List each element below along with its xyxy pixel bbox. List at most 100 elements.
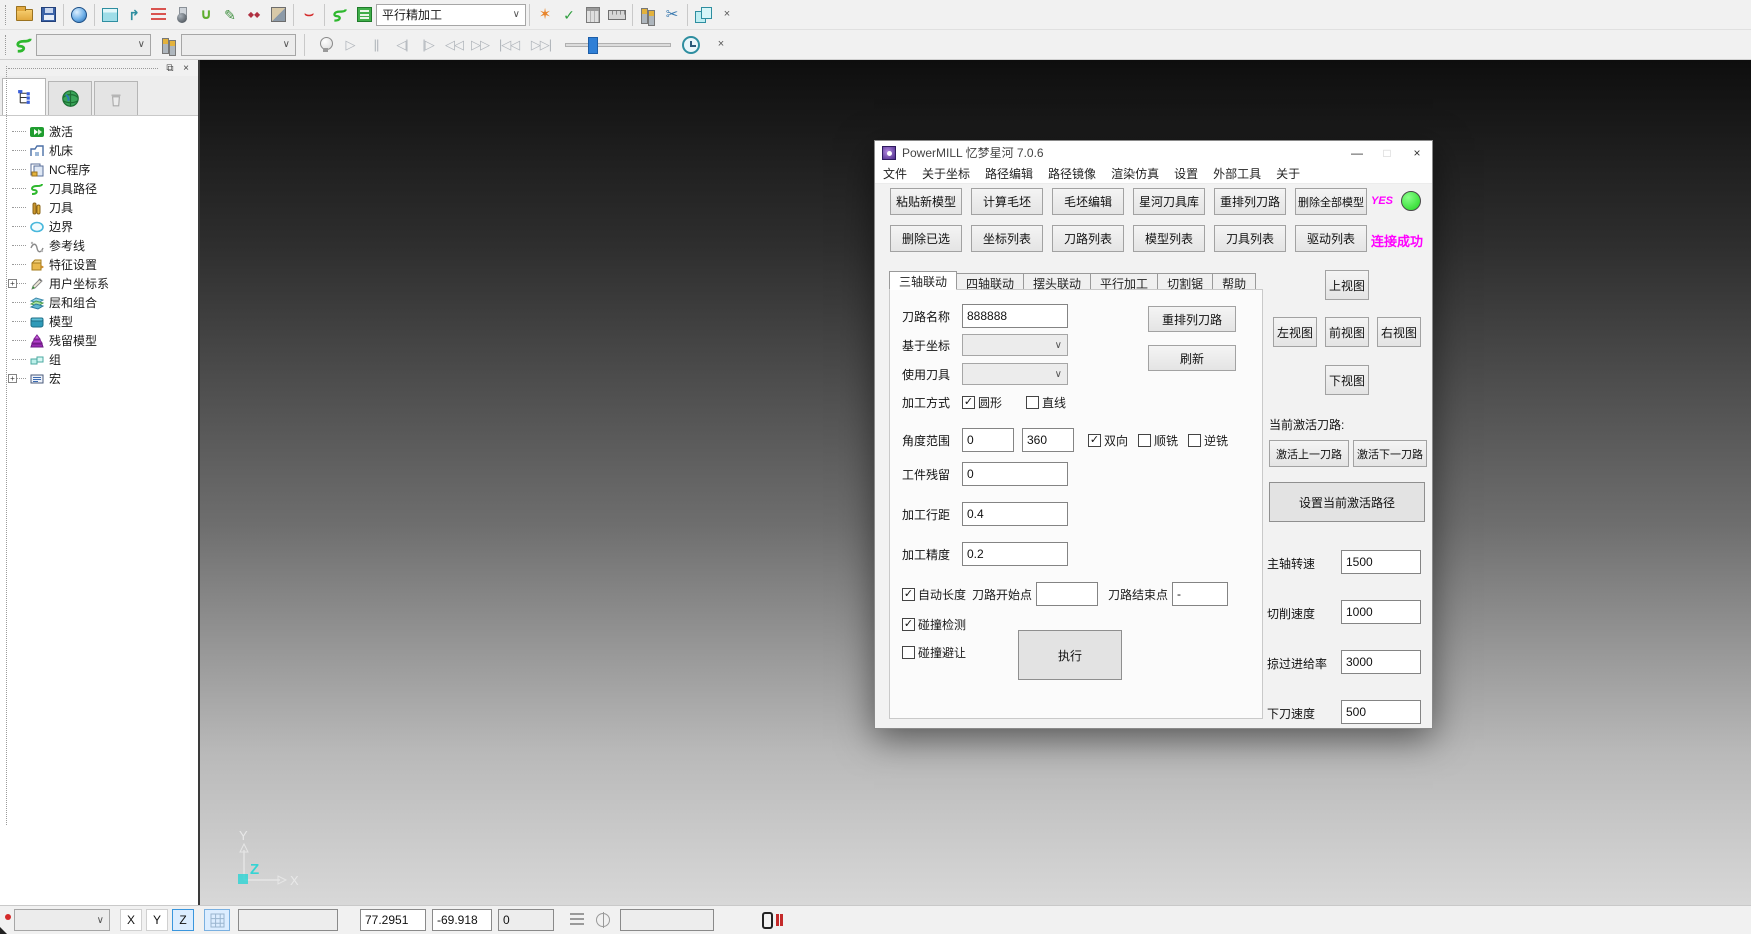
- coord-dropdown[interactable]: ∨: [962, 334, 1068, 356]
- tree-item-patterns[interactable]: 参考线: [6, 236, 198, 255]
- tree-item-toolpaths[interactable]: 刀具路径: [6, 179, 198, 198]
- auto-length-checkbox[interactable]: ✓: [902, 588, 915, 601]
- close-button[interactable]: ×: [1402, 141, 1432, 164]
- calc-stock-button[interactable]: 计算毛坯: [971, 188, 1043, 215]
- cursor-z-field[interactable]: [498, 909, 554, 931]
- sidebar-restore-button[interactable]: ⧉: [162, 61, 178, 75]
- open-project-icon[interactable]: [12, 3, 36, 27]
- tolerance-input[interactable]: [962, 542, 1068, 566]
- pause-button[interactable]: ||: [363, 33, 389, 57]
- workplane-compass-icon[interactable]: [596, 913, 610, 927]
- stock-input[interactable]: [962, 462, 1068, 486]
- expand-icon[interactable]: +: [8, 374, 17, 383]
- ball-tool-icon[interactable]: [170, 3, 194, 27]
- globe-tab[interactable]: [48, 81, 92, 115]
- explorer-tree-tab[interactable]: [2, 78, 46, 115]
- axis-z-toggle[interactable]: Z: [172, 909, 194, 931]
- slider-handle[interactable]: [588, 37, 598, 54]
- toolbar-grip[interactable]: [5, 5, 9, 25]
- toolpath-name-input[interactable]: [962, 304, 1068, 328]
- angle-from-input[interactable]: [962, 428, 1014, 452]
- ruler-icon[interactable]: [605, 3, 629, 27]
- cursor-y-field[interactable]: [432, 909, 492, 931]
- stock-edit-button[interactable]: 毛坯编辑: [1052, 188, 1124, 215]
- collision-check-icon[interactable]: ✶: [533, 3, 557, 27]
- spindle-speed-input[interactable]: [1341, 550, 1421, 574]
- view-bottom-button[interactable]: 下视图: [1325, 365, 1369, 395]
- menu-settings[interactable]: 设置: [1174, 165, 1198, 182]
- tree-item-groups[interactable]: 组: [6, 350, 198, 369]
- tree-item-feature-sets[interactable]: 特征设置: [6, 255, 198, 274]
- menu-render-sim[interactable]: 渲染仿真: [1111, 165, 1159, 182]
- plunge-speed-input[interactable]: [1341, 700, 1421, 724]
- view-front-button[interactable]: 前视图: [1325, 317, 1369, 347]
- skim-feed-input[interactable]: [1341, 650, 1421, 674]
- execute-button[interactable]: 执行: [1018, 630, 1122, 680]
- view-right-button[interactable]: 右视图: [1377, 317, 1421, 347]
- line-mode-checkbox[interactable]: [1026, 396, 1039, 409]
- thickness-icon[interactable]: ⌣: [297, 3, 321, 27]
- tool-database-icon[interactable]: [266, 3, 290, 27]
- toolbar-close-button[interactable]: ×: [715, 3, 739, 27]
- tool-holder-icon[interactable]: ∪: [194, 3, 218, 27]
- pattern-points-icon[interactable]: ◆◆: [242, 3, 266, 27]
- collision-check-checkbox[interactable]: ✓: [902, 618, 915, 631]
- tree-item-models[interactable]: 模型: [6, 312, 198, 331]
- menu-path-mirror[interactable]: 路径镜像: [1048, 165, 1096, 182]
- rearrange-button[interactable]: 重排列刀路: [1148, 306, 1236, 332]
- tree-item-tools[interactable]: 刀具: [6, 198, 198, 217]
- step-back-button[interactable]: ◁|: [389, 33, 415, 57]
- go-to-start-button[interactable]: |◁◁: [493, 33, 525, 57]
- tab-4axis[interactable]: 四轴联动: [956, 273, 1024, 290]
- tab-saw[interactable]: 切割锯: [1157, 273, 1213, 290]
- conventional-mill-checkbox[interactable]: [1188, 434, 1201, 447]
- leads-links-icon[interactable]: ✎: [218, 3, 242, 27]
- maximize-button[interactable]: □: [1372, 141, 1402, 164]
- play-button[interactable]: ▷: [337, 33, 363, 57]
- go-to-end-button[interactable]: ▷▷|: [525, 33, 557, 57]
- tab-3axis[interactable]: 三轴联动: [889, 271, 957, 290]
- coord-list-button[interactable]: 坐标列表: [971, 225, 1043, 252]
- view-top-button[interactable]: 上视图: [1325, 270, 1369, 300]
- menu-about[interactable]: 关于: [1276, 165, 1300, 182]
- tab-help[interactable]: 帮助: [1212, 273, 1256, 290]
- menu-coords[interactable]: 关于坐标: [922, 165, 970, 182]
- sidebar-grip[interactable]: [8, 68, 158, 69]
- tool-library-button[interactable]: 星河刀具库: [1133, 188, 1205, 215]
- strategy-list-icon[interactable]: [352, 3, 376, 27]
- bidirectional-checkbox[interactable]: ✓: [1088, 434, 1101, 447]
- paste-new-model-button[interactable]: 粘贴新模型: [890, 188, 962, 215]
- trash-tab[interactable]: [94, 81, 138, 115]
- simulation-clock-icon[interactable]: [679, 33, 703, 57]
- tree-item-stock-models[interactable]: 残留模型: [6, 331, 198, 350]
- toolpath-icon[interactable]: [328, 3, 352, 27]
- simulation-speed-slider[interactable]: [565, 43, 671, 47]
- verify-toolpath-icon[interactable]: ✓: [557, 3, 581, 27]
- calculator-ball-icon[interactable]: [67, 3, 91, 27]
- axis-y-toggle[interactable]: Y: [146, 909, 168, 931]
- statusbar-dropdown[interactable]: ∨: [14, 909, 110, 931]
- delete-all-models-button[interactable]: 删除全部模型: [1295, 188, 1367, 215]
- tree-item-workplanes[interactable]: + 用户坐标系: [6, 274, 198, 293]
- toolbar-grip[interactable]: [5, 35, 9, 55]
- sim-toolbar-close-button[interactable]: ×: [709, 33, 733, 57]
- sim-tool-dropdown[interactable]: ∨: [181, 34, 296, 56]
- tab-swivel[interactable]: 摆头联动: [1023, 273, 1091, 290]
- stepover-input[interactable]: [962, 502, 1068, 526]
- menu-file[interactable]: 文件: [883, 165, 907, 182]
- menu-path-edit[interactable]: 路径编辑: [985, 165, 1033, 182]
- grid-size-field[interactable]: [238, 909, 338, 931]
- view-left-button[interactable]: 左视图: [1273, 317, 1317, 347]
- angle-to-input[interactable]: [1022, 428, 1074, 452]
- sidebar-close-button[interactable]: ×: [178, 61, 194, 75]
- activate-next-button[interactable]: 激活下一刀路: [1353, 440, 1427, 467]
- sim-tool-icon[interactable]: [157, 33, 181, 57]
- delete-selected-button[interactable]: 删除已选: [890, 225, 962, 252]
- tree-item-nc-program[interactable]: NC程序: [6, 160, 198, 179]
- tree-item-machine[interactable]: 机床: [6, 141, 198, 160]
- block-icon[interactable]: [98, 3, 122, 27]
- simulate-light-icon[interactable]: [313, 33, 337, 57]
- calculator-icon[interactable]: [581, 3, 605, 27]
- climb-mill-checkbox[interactable]: [1138, 434, 1151, 447]
- start-point-input[interactable]: [1036, 582, 1098, 606]
